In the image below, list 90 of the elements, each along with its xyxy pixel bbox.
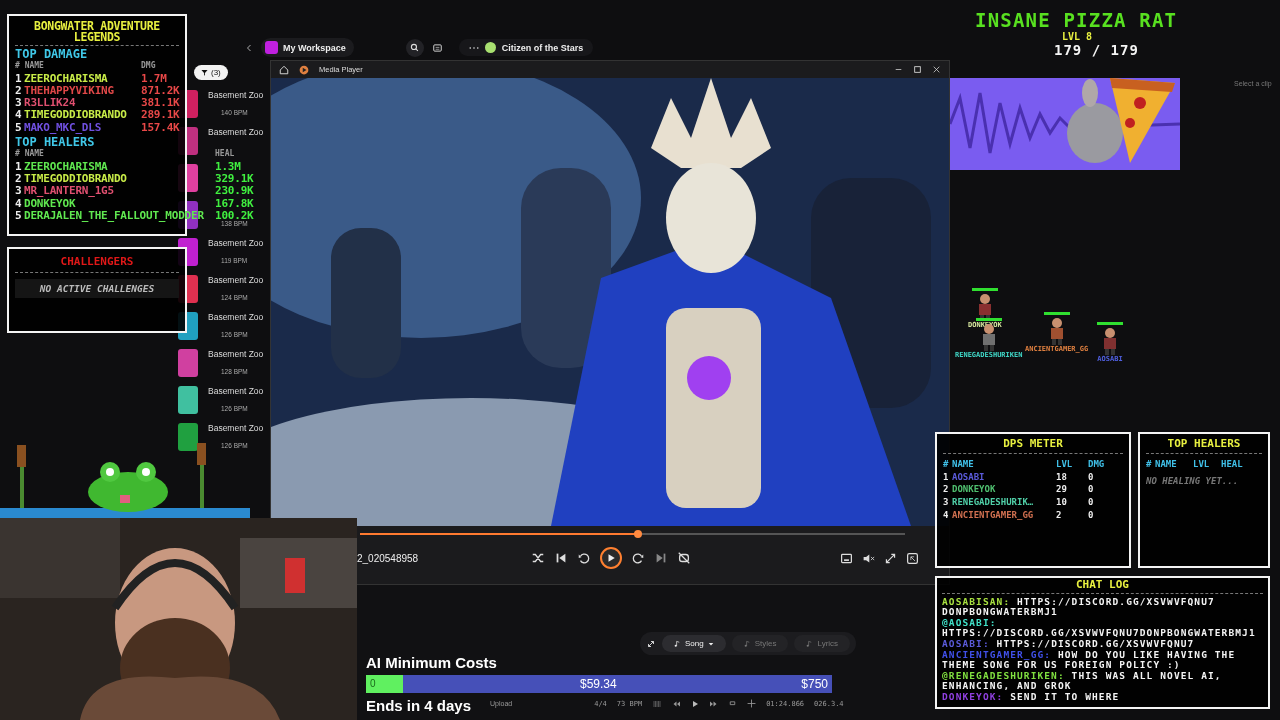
score-value: 871.2K xyxy=(141,84,180,98)
song-title[interactable]: Basement Zoo xyxy=(208,349,264,359)
goal-target: $750 xyxy=(801,677,828,691)
player-name: ZEEROCHARISMA xyxy=(24,72,109,85)
leaderboard-title: BONGWATER_ADVENTURE LEGENDS xyxy=(15,21,179,46)
workspace-button[interactable]: My Workspace xyxy=(261,38,354,57)
chat-message: DONKEYOK: SEND IT TO WHERE xyxy=(942,691,1121,703)
score-value: 230.9K xyxy=(215,185,254,198)
player-name: MAKO_MKC_DLS xyxy=(24,121,103,135)
score-value: 167.8K xyxy=(215,197,254,210)
column-header: HEAL xyxy=(215,148,235,161)
rank-number: 3 xyxy=(15,185,23,198)
chat-message: @RENEGADESHURIKEN: THIS WAS ALL NOVEL AI, ENHANCING, AND GROK xyxy=(942,670,1223,692)
chat-message: AOSABISAN: HTTPS://DISCORD.GG/XSVWVFQNU7 DONPBONGWATERBMJ1 xyxy=(942,596,1216,618)
score-value: 381.1K xyxy=(141,97,180,110)
editor-tab[interactable]: Styles xyxy=(731,635,789,652)
rank-number: 4 xyxy=(15,109,23,122)
player-name: DONKEYOK xyxy=(24,197,76,210)
damage-value: 0 xyxy=(1088,470,1095,484)
damage-value: 0 xyxy=(1088,509,1095,522)
column-header: LVL xyxy=(1056,457,1074,471)
project-button[interactable]: Citizen of the Stars xyxy=(458,39,594,56)
editor-tab[interactable]: Song xyxy=(662,635,726,652)
rank-number: 2 xyxy=(15,84,23,98)
score-value: 329.1K xyxy=(215,172,254,186)
chat-message: @AOSABI: HTTPS://DISCORD.GG/XSVWVFQNU7DONPBONGWATERBMJ1 xyxy=(942,617,1257,639)
column-header: NAME xyxy=(1155,457,1178,471)
player-name: TIMEGODDIOBRANDO xyxy=(24,109,128,122)
section-heading: TOP DAMAGE xyxy=(15,48,89,61)
column-header: HEAL xyxy=(1221,457,1244,471)
player-name: MR_LANTERN_1G5 xyxy=(24,185,115,198)
player-name: AOSABI xyxy=(952,470,986,484)
level-value: 29 xyxy=(1056,483,1068,497)
song-title[interactable]: Basement Zoo xyxy=(208,312,264,322)
goal-title: AI Minimum Costs xyxy=(366,654,497,671)
challengers-title: CHALLENGERS xyxy=(15,255,179,273)
boss-level: LVL 8 xyxy=(1062,31,1093,42)
player-name: R3LLIK24 xyxy=(24,97,77,110)
score-value: 100.2K xyxy=(215,209,254,222)
goal-current: $59.34 xyxy=(580,677,617,691)
rank-number: 4 xyxy=(15,197,23,210)
rank-number: 2 xyxy=(15,172,23,186)
column-header: # NAME xyxy=(15,148,45,161)
empty-message: NO HEALING YET... xyxy=(1146,474,1240,488)
goal-start: 0 xyxy=(370,678,376,689)
rank-number: 5 xyxy=(15,121,23,135)
level-value: 18 xyxy=(1056,470,1068,484)
editor-tab[interactable]: Lyrics xyxy=(794,635,851,652)
level-value: 10 xyxy=(1056,496,1068,509)
rank-number: 3 xyxy=(15,97,23,110)
score-value: 1.7M xyxy=(141,72,168,85)
damage-value: 0 xyxy=(1088,496,1095,509)
song-title[interactable]: Basement Zoo xyxy=(208,238,264,248)
player-name: ANCIENTGAMER_GG xyxy=(952,509,1035,522)
rank-number: 1 xyxy=(15,160,23,173)
score-value: 289.1K xyxy=(141,109,180,122)
level-value: 2 xyxy=(1056,509,1063,522)
empty-message: NO ACTIVE CHALLENGES xyxy=(15,279,179,298)
damage-value: 0 xyxy=(1088,483,1095,497)
panel-title: CHAT LOG xyxy=(942,580,1263,594)
song-title[interactable]: Basement Zoo xyxy=(208,423,264,433)
score-value: 157.4K xyxy=(141,121,180,135)
panel-title: DPS METER xyxy=(943,438,1123,454)
song-title[interactable]: Basement Zoo xyxy=(208,386,264,396)
column-header: DMG xyxy=(1088,457,1106,471)
column-header: # xyxy=(1146,457,1153,471)
player-name: THEHAPPYVIKING xyxy=(24,84,115,98)
rank-number: 1 xyxy=(15,72,23,85)
chat-message: AOSABI: HTTPS://DISCORD.GG/XSVWVFQNU7 xyxy=(942,638,1196,650)
rank-number: 5 xyxy=(15,209,23,223)
song-title[interactable]: Basement Zoo xyxy=(208,90,264,100)
column-header: NAME xyxy=(952,457,975,471)
player-name: DONKEYOK xyxy=(952,483,997,497)
column-header: # NAME xyxy=(15,60,45,73)
score-value: 1.3M xyxy=(215,160,241,173)
column-header: DMG xyxy=(141,60,157,73)
player-name: TIMEGODDIOBRANDO xyxy=(24,172,128,186)
chat-message: ANCIENTGAMER_GG: HOW DO YOU LIKE HAVING THE THEME SONG FOR US FOREIGN POLICY :) xyxy=(942,649,1237,671)
panel-title: TOP HEALERS xyxy=(1146,438,1262,454)
player-name: ZEEROCHARISMA xyxy=(24,160,109,173)
song-title[interactable]: Basement Zoo xyxy=(208,127,264,137)
song-title[interactable]: Basement Zoo xyxy=(208,275,264,285)
filter-button[interactable]: (3) xyxy=(194,65,228,80)
section-heading: TOP HEALERS xyxy=(15,136,96,149)
goal-footer: Ends in 4 days xyxy=(366,697,472,714)
column-header: LVL xyxy=(1193,457,1211,471)
player-name: RENEGADESHURIK… xyxy=(952,496,1035,509)
boss-health: 179 / 179 xyxy=(1054,42,1139,58)
boss-name: INSANE PIZZA RAT xyxy=(975,9,1178,31)
file-name: 2_020548958 xyxy=(357,552,420,564)
